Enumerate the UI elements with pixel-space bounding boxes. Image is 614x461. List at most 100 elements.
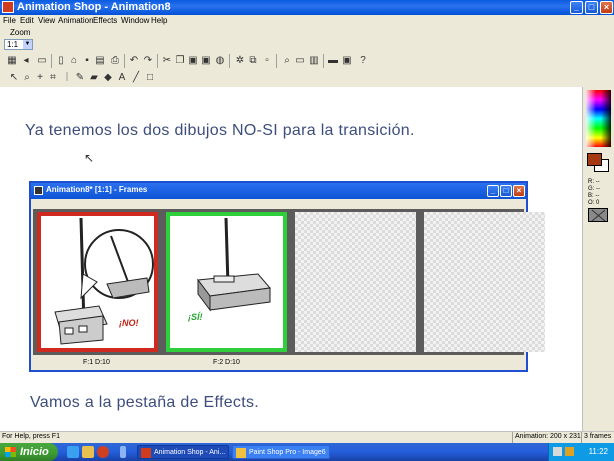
menu-file[interactable]: File [3,16,16,26]
fill-tool-icon[interactable]: ◆ [102,72,114,84]
tutorial-text-1: Ya tenemos los dos dibujos NO-SI para la… [25,122,415,139]
app-icon [2,1,14,13]
menu-effects[interactable]: Effects [93,16,117,26]
shape-tool-icon[interactable]: □ [144,72,156,84]
eraser-tool-icon[interactable]: ▰ [88,72,100,84]
crop-tool-icon[interactable]: ⌗ [47,72,59,84]
transition-icon[interactable]: ⧉ [247,55,259,67]
frame-1[interactable]: ¡NO! [37,212,158,352]
tutorial-text-2: Vamos a la pestaña de Effects. [30,394,259,411]
tray-volume-icon[interactable] [565,447,574,456]
standard-toolbar: ▦ ◂ ▭ ▯ ⌂ ▪ ▤ ⎙ ↶ ↷ ✂ ❐ ▣ ▣ ◍ ✲ ⧉ ▫ ⌕ ▭ … [0,53,614,69]
folder-icon[interactable] [82,446,94,458]
paste-frame-icon[interactable]: ▣ [200,55,212,67]
film-icon[interactable]: ▬ [327,55,339,67]
animation-shop-icon [141,448,151,458]
zoom-toolbar: Zoom 1:1 ▼ [0,27,175,52]
frame-1-label: F:1 D:10 [83,359,110,366]
save-as-icon[interactable]: ▤ [94,55,106,67]
frame-1-stamp: ¡NO! [119,318,139,328]
mover-tool-icon[interactable]: + [34,72,46,84]
frame-2-label: F:2 D:10 [213,359,240,366]
media-player-icon[interactable] [97,446,109,458]
optimize-icon[interactable]: ▥ [308,55,320,67]
frame-1-drawing [54,217,154,345]
cut-icon[interactable]: ✂ [161,55,173,67]
copy-icon[interactable]: ❐ [174,55,186,67]
frame-2[interactable]: ¡SÍ! [166,212,287,352]
paint-shop-pro-icon [236,448,246,458]
frames-window-icon [34,186,43,195]
ie-icon[interactable] [67,446,79,458]
tray-network-icon[interactable] [553,447,562,456]
browse-icon[interactable]: ◂ [20,55,32,67]
status-bar: For Help, press F1 Animation: 200 x 231 … [0,431,614,443]
workspace: Ya tenemos los dos dibujos NO-SI para la… [0,87,582,431]
zoom-select[interactable]: 1:1 ▼ [4,39,33,50]
zoom-value: 1:1 [7,40,19,49]
dropper-tool-icon[interactable]: ᛁ [61,72,73,84]
save-icon[interactable]: ▪ [81,55,93,67]
window-title: Animation Shop - Animation8 [17,1,171,13]
menu-bar: File Edit View Animation Effects Window … [0,15,614,27]
frames-window: Animation8* [1:1] - Frames _ □ × ¡NO! ¡S… [29,181,545,372]
windows-logo-icon [5,447,16,457]
effects-icon[interactable]: ✲ [234,55,246,67]
menu-animation[interactable]: Animation [58,16,94,26]
frame-strip: ¡NO! ¡SÍ! [33,209,545,355]
menu-edit[interactable]: Edit [20,16,34,26]
task-animation-shop[interactable]: Animation Shop - Ani... [137,445,229,459]
frame-2-stamp: ¡SÍ! [188,312,203,322]
system-tray: 11:22 [548,443,614,461]
quicklaunch-more-icon[interactable] [120,446,126,458]
frames-minimize-button[interactable]: _ [487,185,499,197]
grid-icon[interactable]: ▦ [6,55,18,67]
mouse-cursor-icon: ↖ [84,151,95,165]
start-button[interactable]: Inicio [0,443,58,461]
menu-view[interactable]: View [38,16,55,26]
arrow-tool-icon[interactable]: ↖ [8,72,20,84]
foreground-color-swatch[interactable] [587,153,602,166]
title-bar: Animation Shop - Animation8 _ □ × [0,0,614,15]
status-frame-count: 3 frames [584,433,612,440]
transparent-color-icon[interactable] [588,208,608,222]
tools-toolbar: ↖ ⌕ + ⌗ ᛁ ✎ ▰ ◆ A ╱ □ [0,70,614,86]
text-effect-icon[interactable]: ▫ [261,55,273,67]
zoom-label: Zoom [10,28,31,37]
frames-close-button[interactable]: × [513,185,525,197]
delete-icon[interactable]: ◍ [214,55,226,67]
frames-window-titlebar[interactable]: Animation8* [1:1] - Frames _ □ × [31,183,526,199]
chevron-down-icon[interactable]: ▼ [23,40,32,49]
frame-2-drawing [197,217,271,312]
color-palette: R: -- G: -- B: -- O: 0 [582,87,614,431]
undo-icon[interactable]: ↶ [128,55,140,67]
frame-properties-icon[interactable]: ▣ [341,55,353,67]
redo-icon[interactable]: ↷ [142,55,154,67]
task-paint-shop-pro[interactable]: Paint Shop Pro - Image6 [232,445,330,459]
print-icon[interactable]: ⎙ [109,55,121,67]
frames-window-title: Animation8* [1:1] - Frames [46,185,148,194]
line-tool-icon[interactable]: ╱ [130,72,142,84]
taskbar: Inicio Animation Shop - Ani... Paint Sho… [0,443,614,461]
help-icon[interactable]: ? [357,55,369,67]
frame-3[interactable] [295,212,416,352]
status-help: For Help, press F1 [2,433,60,440]
status-animation-size: Animation: 200 x 231 [515,433,581,440]
maximize-button[interactable]: □ [585,1,598,14]
minimize-button[interactable]: _ [570,1,583,14]
brush-tool-icon[interactable]: ✎ [74,72,86,84]
paste-icon[interactable]: ▣ [187,55,199,67]
text-tool-icon[interactable]: A [116,72,128,84]
open-folder-icon[interactable]: ⌂ [68,55,80,67]
zoom-icon[interactable]: ⌕ [281,55,293,67]
clock: 11:22 [588,447,608,456]
magnifier-tool-icon[interactable]: ⌕ [21,72,33,84]
export-icon[interactable]: ▭ [36,55,48,67]
frames-maximize-button[interactable]: □ [500,185,512,197]
frame-4[interactable] [424,212,545,352]
view-animation-icon[interactable]: ▭ [294,55,306,67]
close-button[interactable]: × [600,1,613,14]
menu-window[interactable]: Window [121,16,149,26]
menu-help[interactable]: Help [151,16,167,26]
new-file-icon[interactable]: ▯ [55,55,67,67]
